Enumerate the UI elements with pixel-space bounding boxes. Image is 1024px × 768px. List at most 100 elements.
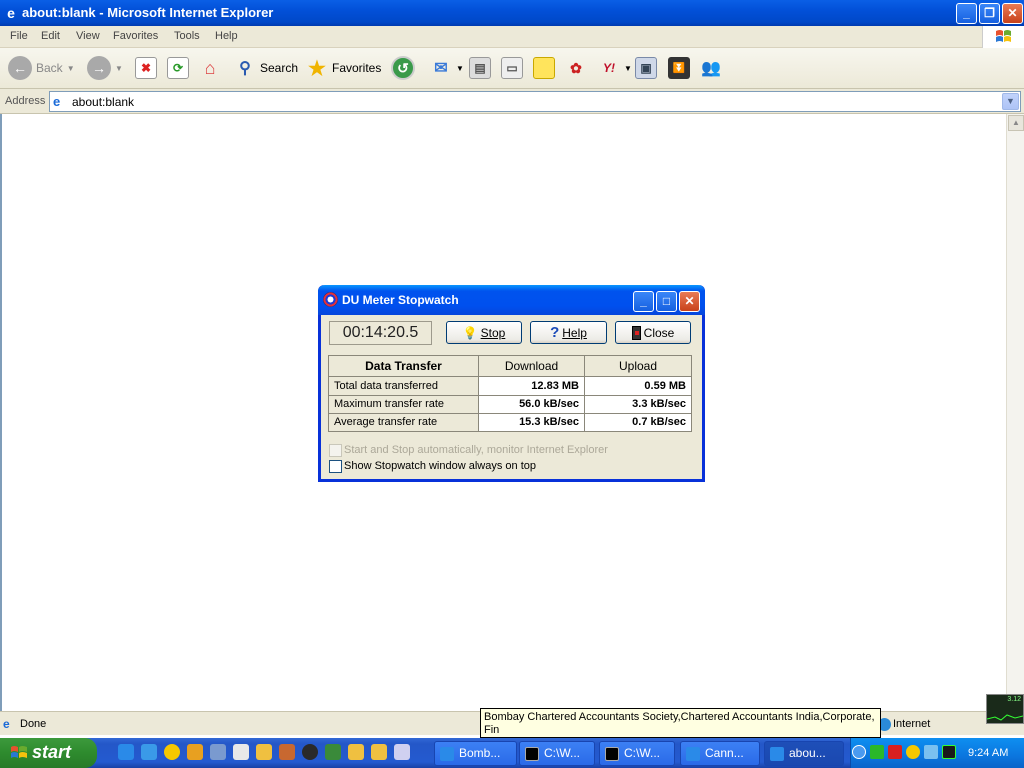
- upload-value: 0.7 kB/sec: [584, 412, 692, 433]
- task-label: abou...: [789, 746, 826, 760]
- menu-edit[interactable]: Edit: [41, 30, 60, 42]
- address-bar: Address e about:blank ▼: [0, 89, 1024, 114]
- taskbar-button-bomb[interactable]: Bomb...: [434, 741, 517, 766]
- search-button[interactable]: ⚲ Search: [234, 56, 298, 80]
- close-button[interactable]: ✕: [1002, 3, 1023, 24]
- tray-messenger-icon[interactable]: [906, 745, 920, 759]
- menu-tools[interactable]: Tools: [174, 30, 200, 42]
- download-button[interactable]: ⏬: [668, 56, 690, 80]
- auto-start-stop-checkbox[interactable]: [329, 444, 342, 457]
- ie-task-icon: [770, 747, 784, 761]
- menu-file[interactable]: File: [10, 30, 28, 42]
- tray-du-meter-icon[interactable]: [942, 745, 956, 759]
- row-label: Total data transferred: [328, 376, 479, 396]
- window-title-bar[interactable]: e about:blank - Microsoft Internet Explo…: [0, 0, 1024, 26]
- edit-button[interactable]: ▭: [501, 56, 523, 80]
- taskbar-button-cmd-1[interactable]: C:\W...: [519, 741, 595, 766]
- favorites-button[interactable]: ★ Favorites: [306, 56, 381, 80]
- quicklaunch-network-icon[interactable]: [302, 744, 318, 760]
- forward-arrow-icon: →: [87, 56, 111, 80]
- home-button[interactable]: ⌂: [199, 56, 221, 80]
- window-title: about:blank - Microsoft Internet Explore…: [22, 5, 274, 20]
- download-icon: ⏬: [668, 57, 690, 79]
- quicklaunch-folder2-icon[interactable]: [348, 744, 364, 760]
- print-button[interactable]: ▤: [469, 56, 491, 80]
- forward-button[interactable]: → ▼: [87, 56, 123, 80]
- refresh-button[interactable]: ⟳: [167, 56, 189, 80]
- stop-page-button[interactable]: ✖: [135, 56, 157, 80]
- dialog-close-button[interactable]: ✕: [679, 291, 700, 312]
- quicklaunch-smiley-icon[interactable]: [164, 744, 180, 760]
- menu-view[interactable]: View: [76, 30, 100, 42]
- help-button[interactable]: ? Help: [530, 321, 607, 344]
- always-on-top-label: Show Stopwatch window always on top: [344, 460, 536, 472]
- messenger-icon: 👥: [701, 60, 721, 77]
- mail-button[interactable]: ✉ ▼: [430, 56, 464, 80]
- scroll-up-button[interactable]: ▲: [1008, 115, 1024, 131]
- auto-start-stop-label: Start and Stop automatically, monitor In…: [344, 444, 608, 456]
- download-value: 15.3 kB/sec: [478, 412, 585, 433]
- tray-antivirus-icon[interactable]: [888, 745, 902, 759]
- dropdown-arrow-icon: ▼: [66, 63, 75, 73]
- menu-favorites[interactable]: Favorites: [113, 30, 158, 42]
- quicklaunch-folder-icon[interactable]: [256, 744, 272, 760]
- restore-button[interactable]: ❐: [979, 3, 1000, 24]
- tray-network-icon[interactable]: [924, 745, 938, 759]
- messenger-button[interactable]: 👥: [700, 56, 722, 80]
- minimize-button[interactable]: _: [956, 3, 977, 24]
- table-header-row: Data Transfer Download Upload: [328, 354, 692, 378]
- always-on-top-checkbox[interactable]: [329, 460, 342, 473]
- stopwatch-timer: 00:14:20.5: [329, 321, 432, 345]
- du-meter-mini-graph[interactable]: 3.12: [986, 694, 1024, 724]
- research-button[interactable]: ▣: [635, 56, 657, 80]
- search-label: Search: [260, 61, 299, 75]
- dialog-minimize-button[interactable]: _: [633, 291, 654, 312]
- quicklaunch-media-icon[interactable]: [279, 744, 295, 760]
- cmd-task-icon: [525, 747, 539, 761]
- quicklaunch-tool-icon[interactable]: [394, 744, 410, 760]
- status-text: Done: [20, 718, 47, 730]
- column-header-download: Download: [478, 354, 585, 378]
- ie-task-icon: [440, 747, 454, 761]
- discuss-button[interactable]: [533, 56, 555, 80]
- taskbar-button-cann[interactable]: Cann...: [680, 741, 760, 766]
- row-label: Maximum transfer rate: [328, 394, 479, 414]
- address-dropdown-button[interactable]: ▼: [1002, 93, 1019, 110]
- task-label: Bomb...: [459, 746, 501, 760]
- history-button[interactable]: ↺: [391, 56, 415, 80]
- task-label: Cann...: [705, 746, 744, 760]
- quicklaunch-ie-alt-icon[interactable]: [141, 744, 157, 760]
- close-dialog-button[interactable]: Close: [615, 321, 691, 344]
- dropdown-arrow-icon: ▼: [624, 63, 632, 73]
- quicklaunch-hand-icon[interactable]: [233, 744, 249, 760]
- dialog-maximize-button[interactable]: □: [656, 291, 677, 312]
- close-button-label: Close: [643, 325, 675, 340]
- address-input[interactable]: e about:blank ▼: [49, 91, 1021, 112]
- quicklaunch-folder3-icon[interactable]: [371, 744, 387, 760]
- taskbar-button-cmd-2[interactable]: C:\W...: [599, 741, 675, 766]
- dropdown-arrow-icon: ▼: [115, 63, 123, 73]
- stop-button[interactable]: 💡 Stop: [446, 321, 522, 344]
- start-label: start: [32, 742, 72, 762]
- quicklaunch-clock-icon[interactable]: [187, 744, 203, 760]
- back-button[interactable]: ← Back ▼: [8, 56, 75, 80]
- download-value: 12.83 MB: [478, 376, 585, 396]
- clock[interactable]: 9:24 AM: [968, 747, 1008, 759]
- tray-updown-icon[interactable]: [870, 745, 884, 759]
- cmd-task-icon: [605, 747, 619, 761]
- messenger-addon-button[interactable]: ✿: [565, 56, 587, 80]
- help-button-label: Help: [562, 325, 587, 340]
- menu-help[interactable]: Help: [215, 30, 238, 42]
- quicklaunch-app-icon[interactable]: [325, 744, 341, 760]
- tray-expand-icon[interactable]: [852, 745, 866, 759]
- question-icon: ?: [550, 324, 560, 341]
- dialog-title-bar[interactable]: DU Meter Stopwatch _ □ ✕: [318, 285, 705, 315]
- taskbar-button-about-blank[interactable]: abou...: [764, 741, 844, 766]
- quicklaunch-ie-icon[interactable]: [118, 744, 134, 760]
- addon-icon: ✿: [570, 59, 582, 76]
- note-icon: [533, 57, 555, 79]
- yahoo-button[interactable]: Y! ▼: [598, 56, 632, 80]
- quicklaunch-chart-icon[interactable]: [210, 744, 226, 760]
- vertical-scrollbar[interactable]: ▲: [1006, 114, 1024, 711]
- edit-page-icon: ▭: [501, 57, 523, 79]
